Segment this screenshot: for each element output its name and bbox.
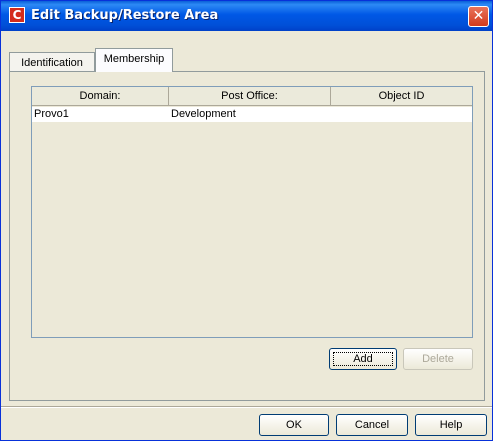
ok-button[interactable]: OK <box>259 414 329 436</box>
app-icon: C <box>9 7 25 23</box>
cancel-button[interactable]: Cancel <box>336 414 408 436</box>
help-button[interactable]: Help <box>415 414 487 436</box>
close-icon: ✕ <box>472 8 485 24</box>
window-title: Edit Backup/Restore Area <box>31 8 219 23</box>
table-row[interactable]: Provo1 Development <box>32 107 472 122</box>
membership-table: Domain: Post Office: Object ID Provo1 De… <box>31 86 473 338</box>
cell-object-id <box>331 107 472 122</box>
tab-membership[interactable]: Membership <box>95 48 173 72</box>
table-header: Domain: Post Office: Object ID <box>32 87 472 106</box>
footer-separator <box>1 406 492 408</box>
dialog-window: C Edit Backup/Restore Area ✕ Identificat… <box>0 0 493 441</box>
column-header-object-id[interactable]: Object ID <box>331 87 472 106</box>
focus-rectangle <box>333 352 393 366</box>
close-button[interactable]: ✕ <box>468 6 489 27</box>
column-header-post-office[interactable]: Post Office: <box>169 87 331 106</box>
column-header-domain[interactable]: Domain: <box>32 87 169 106</box>
add-button[interactable]: Add <box>329 348 397 370</box>
cell-post-office: Development <box>171 108 236 120</box>
title-bar[interactable]: C Edit Backup/Restore Area ✕ <box>1 1 492 31</box>
tab-identification[interactable]: Identification <box>9 52 95 71</box>
cell-domain: Provo1 <box>34 108 69 120</box>
delete-button[interactable]: Delete <box>403 348 473 370</box>
